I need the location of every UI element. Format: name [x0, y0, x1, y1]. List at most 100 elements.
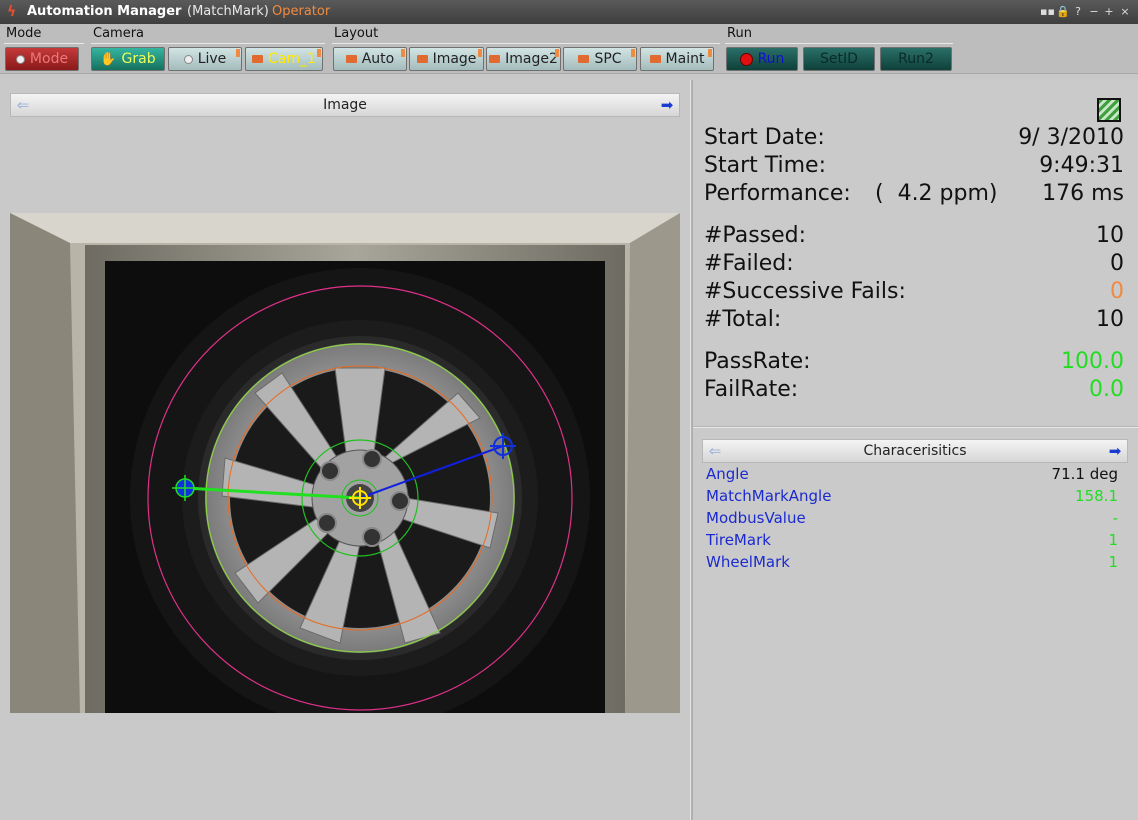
group-label-camera: Camera — [93, 26, 145, 41]
run2-button[interactable]: Run2 — [880, 47, 952, 71]
layout-auto-button[interactable]: Auto — [333, 47, 407, 71]
start-date-value: 9/ 3/2010 — [1018, 125, 1124, 150]
group-divider — [725, 43, 953, 44]
layout-image2-button[interactable]: Image2 — [486, 47, 561, 71]
next-arrow-icon[interactable]: ➡ — [1106, 443, 1124, 459]
total-row: #Total: 10 — [704, 307, 1124, 335]
failrate-row: FailRate: 0.0 — [704, 377, 1124, 405]
inspection-image — [10, 213, 680, 713]
group-divider — [332, 43, 720, 44]
performance-row: Performance: ( 4.2 ppm) 176 ms — [704, 181, 1124, 209]
app-title: Automation Manager — [27, 4, 182, 19]
start-date-row: Start Date: 9/ 3/2010 — [704, 125, 1124, 153]
layout-icon — [489, 55, 501, 63]
characteristic-row: MatchMarkAngle 158.1 — [706, 487, 1118, 507]
start-date-label: Start Date: — [704, 125, 825, 150]
group-label-layout: Layout — [334, 26, 379, 41]
image-panel-title: Image — [323, 97, 367, 113]
hand-icon: ✋ — [100, 51, 117, 67]
run-button[interactable]: Run — [726, 47, 798, 71]
lock-icon[interactable]: 🔒 — [1056, 5, 1070, 18]
passed-value: 10 — [1096, 223, 1124, 248]
dropdown-indicator — [555, 49, 559, 57]
passrate-value: 100.0 — [1061, 349, 1124, 374]
layout-icon — [416, 55, 428, 63]
layout-icon — [649, 55, 661, 63]
setid-button-label: SetID — [820, 51, 858, 67]
close-icon[interactable]: × — [1118, 5, 1132, 18]
grab-button-label: Grab — [121, 51, 156, 67]
run2-button-label: Run2 — [898, 51, 934, 67]
characteristic-label: ModbusValue — [706, 509, 806, 527]
characteristic-row: ModbusValue - — [706, 509, 1118, 529]
layout-auto-label: Auto — [361, 51, 395, 67]
image-panel: ⇐ Image ➡ — [0, 80, 690, 820]
characteristic-label: MatchMarkAngle — [706, 487, 832, 505]
camera-select-button[interactable]: Cam_1 — [245, 47, 323, 71]
successive-fails-row: #Successive Fails: 0 — [704, 279, 1124, 307]
user-role: Operator — [272, 4, 331, 19]
layout-maint-label: Maint — [665, 51, 705, 67]
lug-nut — [362, 449, 382, 469]
characteristic-value: - — [1112, 509, 1118, 527]
maximize-icon[interactable]: + — [1102, 5, 1116, 18]
total-value: 10 — [1096, 307, 1124, 332]
layout-maint-button[interactable]: Maint — [640, 47, 714, 71]
title-bar: ϟ Automation Manager (MatchMark) Operato… — [0, 0, 1138, 24]
performance-ppm: ( 4.2 ppm) — [875, 181, 998, 206]
group-divider — [91, 43, 325, 44]
section-divider — [693, 426, 1138, 428]
failed-row: #Failed: 0 — [704, 251, 1124, 279]
live-button-label: Live — [197, 51, 227, 67]
record-icon — [739, 52, 753, 66]
start-time-label: Start Time: — [704, 153, 826, 178]
run-button-label: Run — [757, 51, 785, 67]
image-panel-header: ⇐ Image ➡ — [10, 93, 680, 117]
characteristic-row: TireMark 1 — [706, 531, 1118, 551]
previous-arrow-icon[interactable]: ⇐ — [706, 443, 724, 459]
windows-icon[interactable]: ▪▪ — [1040, 5, 1055, 18]
lug-nut — [390, 491, 410, 511]
mode-button-label: Mode — [29, 51, 69, 67]
dropdown-indicator — [478, 49, 482, 57]
grab-button[interactable]: ✋ Grab — [91, 47, 165, 71]
previous-arrow-icon[interactable]: ⇐ — [14, 97, 32, 113]
passed-label: #Passed: — [704, 223, 807, 248]
performance-ms: 176 ms — [1042, 181, 1124, 206]
dropdown-indicator — [317, 49, 321, 57]
characteristic-label: Angle — [706, 465, 749, 483]
dropdown-indicator — [401, 49, 405, 57]
dropdown-indicator — [631, 49, 635, 57]
live-button[interactable]: Live — [168, 47, 242, 71]
wall-top — [10, 213, 680, 243]
minimize-icon[interactable]: − — [1087, 5, 1101, 18]
dropdown-indicator — [708, 49, 712, 57]
start-time-row: Start Time: 9:49:31 — [704, 153, 1124, 181]
performance-label: Performance: — [704, 181, 851, 206]
app-config-name: (MatchMark) — [187, 4, 269, 19]
live-icon — [183, 54, 193, 64]
failed-label: #Failed: — [704, 251, 794, 276]
help-icon[interactable]: ? — [1071, 5, 1085, 18]
passrate-label: PassRate: — [704, 349, 811, 374]
camera-icon — [252, 55, 264, 63]
characteristic-value: 1 — [1108, 553, 1118, 571]
camera-image-view[interactable] — [10, 213, 680, 713]
layout-spc-button[interactable]: SPC — [563, 47, 637, 71]
layout-icon — [578, 55, 590, 63]
successive-fails-label: #Successive Fails: — [704, 279, 906, 304]
statistics-panel: Start Date: 9/ 3/2010 Start Time: 9:49:3… — [693, 80, 1138, 820]
characteristic-label: WheelMark — [706, 553, 790, 571]
layout-image-button[interactable]: Image — [409, 47, 484, 71]
failed-value: 0 — [1110, 251, 1124, 276]
characteristic-value: 71.1 deg — [1051, 465, 1118, 483]
lug-nut — [362, 527, 382, 547]
camera-select-label: Cam_1 — [268, 51, 316, 67]
layout-spc-label: SPC — [594, 51, 622, 67]
total-label: #Total: — [704, 307, 782, 332]
next-arrow-icon[interactable]: ➡ — [658, 97, 676, 113]
toolbar: Mode Camera Layout Run Mode ✋ Grab Live … — [0, 24, 1138, 74]
characteristics-header: ⇐ Characerisitics ➡ — [702, 439, 1128, 463]
mode-button[interactable]: Mode — [5, 47, 79, 71]
setid-button[interactable]: SetID — [803, 47, 875, 71]
